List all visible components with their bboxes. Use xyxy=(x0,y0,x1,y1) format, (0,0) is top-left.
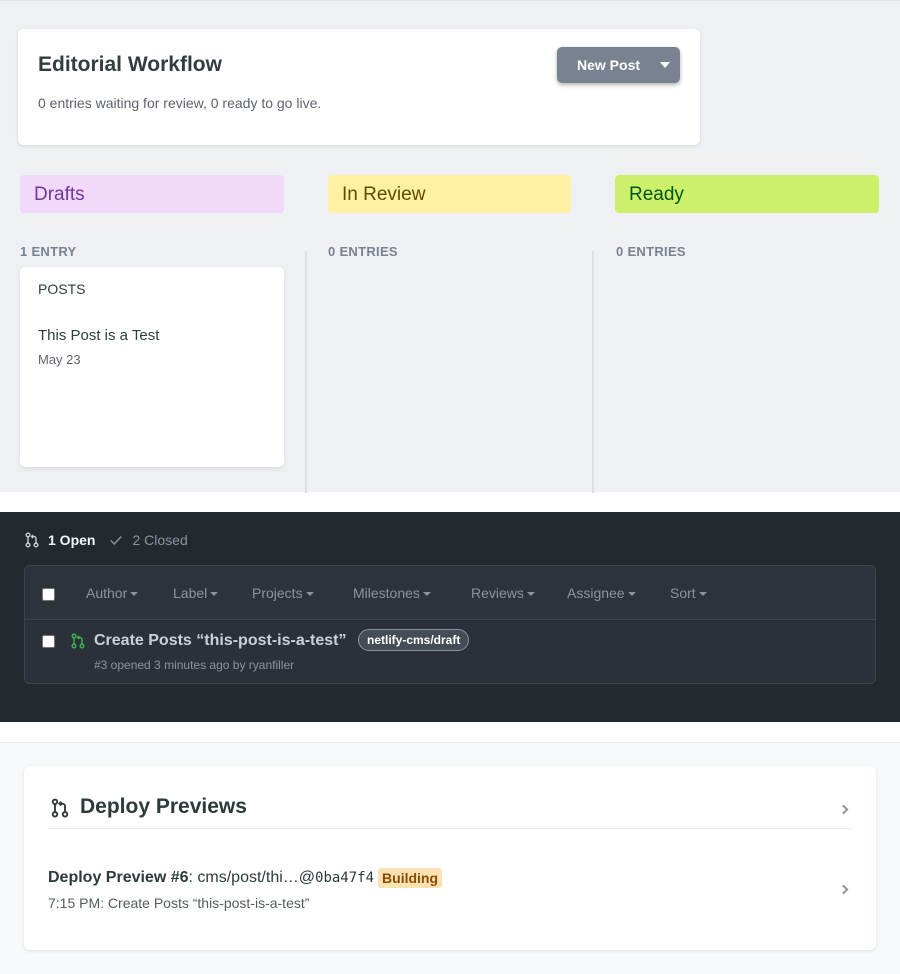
entry-card[interactable]: POSTS This Post is a Test May 23 xyxy=(20,267,284,467)
workflow-summary: 0 entries waiting for review, 0 ready to… xyxy=(38,95,322,111)
column-count-drafts: 1 ENTRY xyxy=(20,244,77,259)
deploy-preview-subtitle: 7:15 PM: Create Posts “this-post-is-a-te… xyxy=(48,895,310,911)
chevron-down-icon xyxy=(305,592,314,597)
pr-title-link[interactable]: Create Posts “this-post-is-a-test” xyxy=(94,632,347,650)
page-title: Editorial Workflow xyxy=(38,53,222,76)
filter-reviews[interactable]: Reviews xyxy=(471,585,535,601)
deploy-preview-name: Deploy Preview #6 xyxy=(48,869,189,886)
pr-state-tabs: 1 Open 2 Closed xyxy=(24,532,188,548)
column-header-ready: Ready xyxy=(615,175,879,213)
pr-label-badge[interactable]: netlify-cms/draft xyxy=(358,629,470,651)
deploy-preview-branch: : cms/post/thi…@ xyxy=(188,869,316,886)
filter-label: Projects xyxy=(252,585,303,601)
filter-label: Label xyxy=(173,585,208,601)
chevron-down-icon xyxy=(130,592,139,597)
chevron-down-icon xyxy=(210,592,219,597)
filter-label: Assignee xyxy=(567,585,625,601)
chevron-right-icon[interactable] xyxy=(838,884,849,895)
filter-author[interactable]: Author xyxy=(86,585,139,601)
github-pull-requests-panel: 1 Open 2 Closed Author Label Projects Mi… xyxy=(0,512,900,722)
workflow-header-card: Editorial Workflow 0 entries waiting for… xyxy=(18,29,700,145)
entry-collection: POSTS xyxy=(38,281,86,297)
check-icon xyxy=(110,536,123,545)
pr-meta: #3 opened 3 minutes ago by ryanfiller xyxy=(94,658,295,672)
entry-title: This Post is a Test xyxy=(38,327,160,344)
open-tab[interactable]: 1 Open xyxy=(24,532,95,548)
column-count-in-review: 0 ENTRIES xyxy=(328,244,398,259)
column-divider xyxy=(592,251,594,493)
entry-date: May 23 xyxy=(38,352,81,367)
pull-request-icon xyxy=(25,532,39,548)
pr-list-header: Author Label Projects Milestones Reviews… xyxy=(25,566,875,620)
column-header-drafts: Drafts xyxy=(20,175,284,213)
closed-tab[interactable]: 2 Closed xyxy=(109,532,188,548)
filter-projects[interactable]: Projects xyxy=(252,585,314,601)
pr-list: Author Label Projects Milestones Reviews… xyxy=(24,565,876,684)
status-badge: Building xyxy=(378,868,443,888)
column-header-in-review: In Review xyxy=(328,175,571,213)
pull-request-icon xyxy=(51,798,69,818)
filter-assignee[interactable]: Assignee xyxy=(567,585,636,601)
divider xyxy=(48,828,852,829)
filter-label: Milestones xyxy=(353,585,420,601)
editorial-workflow-panel: Editorial Workflow 0 entries waiting for… xyxy=(0,0,900,493)
caret-down-icon[interactable] xyxy=(660,62,670,68)
closed-count: 2 Closed xyxy=(132,532,188,548)
deploy-previews-title: Deploy Previews xyxy=(80,795,247,818)
filter-milestones[interactable]: Milestones xyxy=(353,585,431,601)
pull-request-icon xyxy=(71,633,85,649)
chevron-down-icon xyxy=(526,592,535,597)
column-count-ready: 0 ENTRIES xyxy=(616,244,686,259)
new-post-button[interactable]: New Post xyxy=(557,47,680,83)
deploy-preview-item[interactable]: Deploy Preview #6 : cms/post/thi…@ 0ba47… xyxy=(48,868,443,888)
filter-label: Sort xyxy=(670,585,696,601)
filter-sort[interactable]: Sort xyxy=(670,585,707,601)
chevron-down-icon xyxy=(627,592,636,597)
select-all-checkbox[interactable] xyxy=(42,588,55,601)
column-divider xyxy=(305,251,307,493)
deploy-preview-sha: 0ba47f4 xyxy=(315,870,375,886)
pr-row-checkbox[interactable] xyxy=(42,635,55,648)
open-count: 1 Open xyxy=(48,532,96,548)
filter-label[interactable]: Label xyxy=(173,585,219,601)
filter-label: Author xyxy=(86,585,128,601)
deploy-previews-card: Deploy Previews Deploy Preview #6 : cms/… xyxy=(24,766,876,950)
filter-label: Reviews xyxy=(471,585,524,601)
new-post-label: New Post xyxy=(577,57,641,73)
chevron-down-icon xyxy=(698,592,707,597)
chevron-down-icon xyxy=(422,592,431,597)
chevron-right-icon[interactable] xyxy=(838,804,849,815)
